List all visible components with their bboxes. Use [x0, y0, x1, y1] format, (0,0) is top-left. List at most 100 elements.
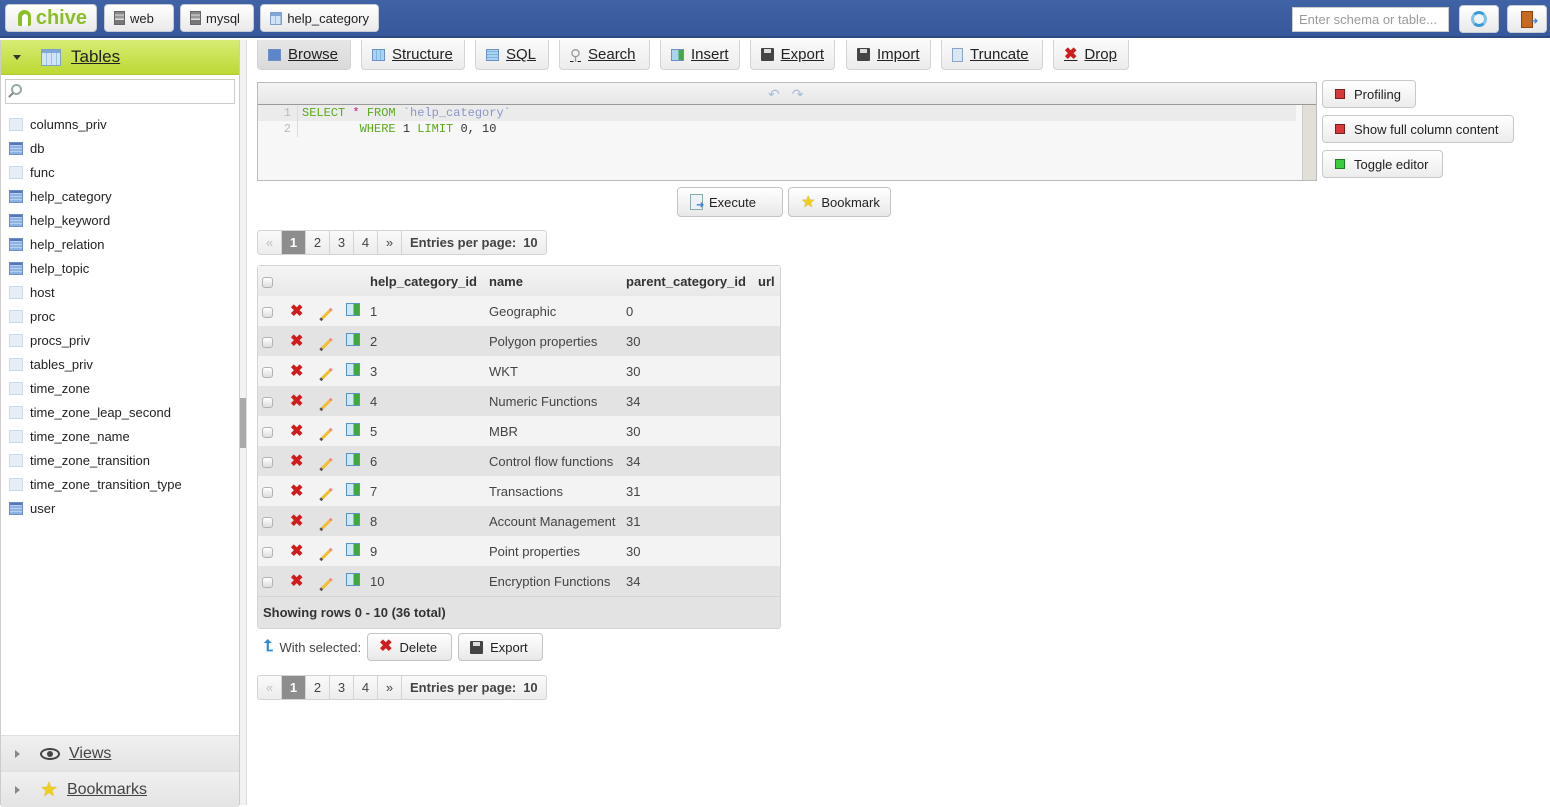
row-checkbox[interactable] — [262, 336, 273, 348]
delete-row-icon[interactable]: ✖ — [290, 363, 303, 380]
profiling-toggle[interactable]: Profiling — [1322, 80, 1416, 108]
row-checkbox[interactable] — [262, 366, 273, 378]
edit-row-icon[interactable] — [319, 397, 333, 411]
next-page-button[interactable]: » — [378, 676, 402, 699]
cell-parent-category-id[interactable]: 34 — [622, 446, 754, 476]
insert-copy-row-icon[interactable] — [346, 303, 360, 316]
toggle-editor-button[interactable]: Toggle editor — [1322, 150, 1444, 178]
next-page-button[interactable]: » — [378, 231, 402, 254]
sidebar-table-item[interactable]: user — [1, 496, 239, 520]
insert-copy-row-icon[interactable] — [346, 573, 360, 586]
views-section-title[interactable]: Views — [69, 745, 111, 763]
cell-name[interactable]: Polygon properties — [485, 326, 622, 356]
prev-page-button[interactable]: « — [258, 676, 282, 699]
page-button-1[interactable]: 1 — [282, 676, 306, 699]
edit-row-icon[interactable] — [319, 517, 333, 531]
select-all-checkbox[interactable] — [262, 276, 273, 288]
views-section-header[interactable]: Views — [1, 735, 239, 771]
delete-row-icon[interactable]: ✖ — [290, 333, 303, 350]
cell-help-category-id[interactable]: 3 — [366, 356, 485, 386]
undo-icon[interactable]: ↶ — [768, 86, 780, 103]
delete-row-icon[interactable]: ✖ — [290, 303, 303, 320]
cell-parent-category-id[interactable]: 0 — [622, 296, 754, 326]
sql-editor[interactable]: ↶ ↷ 1 SELECT * FROM `help_category` 2 WH… — [257, 82, 1317, 181]
cell-parent-category-id[interactable]: 34 — [622, 386, 754, 416]
sidebar-table-item[interactable]: help_keyword — [1, 208, 239, 232]
cell-parent-category-id[interactable]: 31 — [622, 476, 754, 506]
cell-parent-category-id[interactable]: 34 — [622, 566, 754, 596]
cell-help-category-id[interactable]: 5 — [366, 416, 485, 446]
insert-copy-row-icon[interactable] — [346, 333, 360, 346]
cell-help-category-id[interactable]: 8 — [366, 506, 485, 536]
sidebar-table-item[interactable]: columns_priv — [1, 112, 239, 136]
cell-name[interactable]: Control flow functions — [485, 446, 622, 476]
cell-help-category-id[interactable]: 6 — [366, 446, 485, 476]
page-button-4[interactable]: 4 — [354, 231, 378, 254]
tab-truncate[interactable]: Truncate — [941, 40, 1043, 70]
row-checkbox[interactable] — [262, 456, 273, 468]
insert-copy-row-icon[interactable] — [346, 483, 360, 496]
row-checkbox[interactable] — [262, 486, 273, 498]
sidebar-splitter[interactable] — [240, 40, 247, 805]
sidebar-table-item[interactable]: help_topic — [1, 256, 239, 280]
column-header-name[interactable]: name — [485, 266, 622, 296]
breadcrumb-server[interactable]: web — [104, 4, 174, 32]
show-full-column-toggle[interactable]: Show full column content — [1322, 115, 1514, 143]
bookmark-button[interactable]: ★ Bookmark — [788, 187, 891, 217]
cell-name[interactable]: Encryption Functions — [485, 566, 622, 596]
bookmarks-section-header[interactable]: ★ Bookmarks — [1, 771, 239, 807]
row-checkbox[interactable] — [262, 516, 273, 528]
cell-url[interactable] — [754, 536, 780, 566]
edit-row-icon[interactable] — [319, 577, 333, 591]
cell-name[interactable]: Point properties — [485, 536, 622, 566]
insert-copy-row-icon[interactable] — [346, 423, 360, 436]
delete-selected-button[interactable]: ✖ Delete — [367, 633, 453, 661]
sidebar-table-item[interactable]: tables_priv — [1, 352, 239, 376]
column-header-url[interactable]: url — [754, 266, 780, 296]
prev-page-button[interactable]: « — [258, 231, 282, 254]
tab-drop[interactable]: ✖ Drop — [1053, 40, 1129, 70]
cell-parent-category-id[interactable]: 31 — [622, 506, 754, 536]
delete-row-icon[interactable]: ✖ — [290, 513, 303, 530]
chive-logo-button[interactable]: chive — [5, 4, 97, 32]
page-button-4[interactable]: 4 — [354, 676, 378, 699]
insert-copy-row-icon[interactable] — [346, 453, 360, 466]
tables-section-title[interactable]: Tables — [71, 47, 120, 67]
cell-url[interactable] — [754, 446, 780, 476]
tab-export[interactable]: Export — [750, 40, 835, 70]
cell-name[interactable]: Numeric Functions — [485, 386, 622, 416]
redo-icon[interactable]: ↷ — [792, 86, 804, 103]
cell-name[interactable]: MBR — [485, 416, 622, 446]
cell-url[interactable] — [754, 386, 780, 416]
row-checkbox[interactable] — [262, 426, 273, 438]
page-button-2[interactable]: 2 — [306, 231, 330, 254]
tab-search[interactable]: ⚲ Search — [559, 40, 650, 70]
editor-scrollbar[interactable] — [1302, 105, 1316, 180]
breadcrumb-table[interactable]: help_category — [260, 4, 379, 32]
cell-url[interactable] — [754, 476, 780, 506]
page-button-3[interactable]: 3 — [330, 231, 354, 254]
cell-url[interactable] — [754, 506, 780, 536]
cell-name[interactable]: Account Management — [485, 506, 622, 536]
column-header-help-category-id[interactable]: help_category_id — [366, 266, 485, 296]
insert-copy-row-icon[interactable] — [346, 393, 360, 406]
sidebar-table-item[interactable]: func — [1, 160, 239, 184]
cell-help-category-id[interactable]: 2 — [366, 326, 485, 356]
cell-help-category-id[interactable]: 7 — [366, 476, 485, 506]
splitter-grip[interactable] — [240, 398, 246, 448]
cell-help-category-id[interactable]: 4 — [366, 386, 485, 416]
edit-row-icon[interactable] — [319, 547, 333, 561]
row-checkbox[interactable] — [262, 576, 273, 588]
sidebar-table-item[interactable]: time_zone_transition — [1, 448, 239, 472]
page-button-2[interactable]: 2 — [306, 676, 330, 699]
sidebar-table-item[interactable]: db — [1, 136, 239, 160]
tab-sql[interactable]: SQL — [475, 40, 549, 70]
tables-section-header[interactable]: Tables — [1, 40, 239, 75]
row-checkbox[interactable] — [262, 396, 273, 408]
breadcrumb-schema[interactable]: mysql — [180, 4, 254, 32]
tab-import[interactable]: Import — [846, 40, 931, 70]
tab-structure[interactable]: Structure — [361, 40, 465, 70]
delete-row-icon[interactable]: ✖ — [290, 393, 303, 410]
cell-url[interactable] — [754, 566, 780, 596]
logout-button[interactable] — [1507, 5, 1547, 33]
